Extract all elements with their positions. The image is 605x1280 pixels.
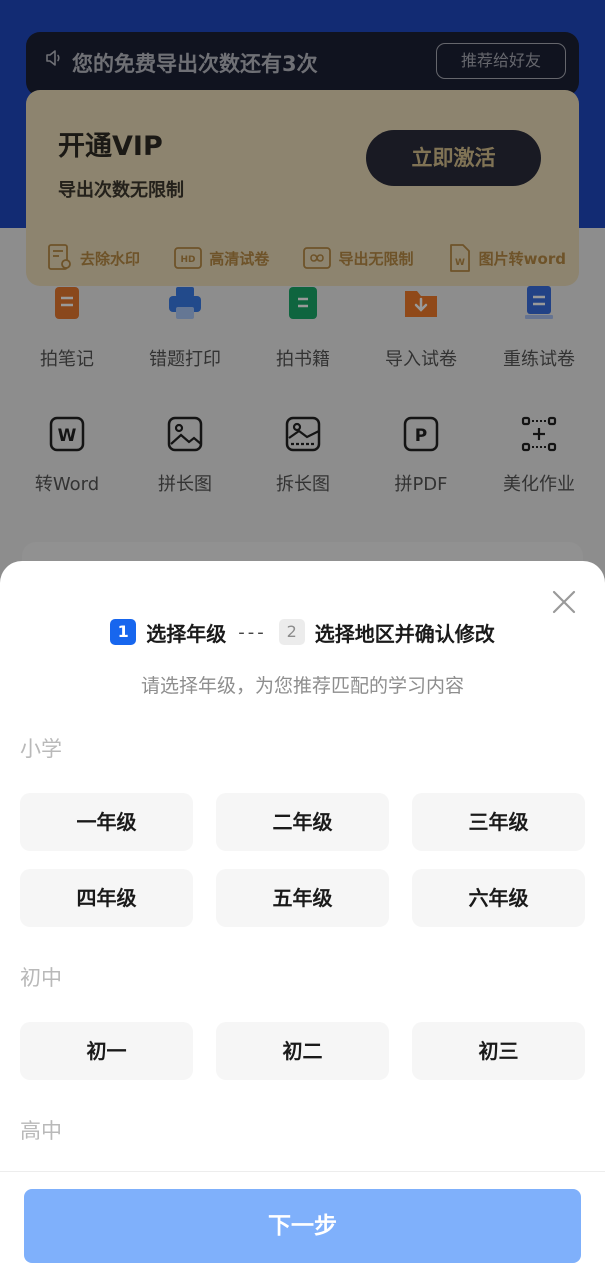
section-title-senior: 高中 [20,1119,62,1143]
grade-option-5[interactable]: 五年级 [216,869,389,927]
step-1-number: 1 [110,619,137,645]
sheet-subtitle: 请选择年级，为您推荐匹配的学习内容 [140,675,464,697]
footer-divider [0,1171,605,1172]
step-indicator: 1 选择年级 --- 2 选择地区并确认修改 [0,617,605,647]
step-separator: --- [238,621,267,643]
step-2-number: 2 [278,619,305,645]
section-title-primary: 小学 [20,737,62,761]
section-title-junior: 初中 [20,966,62,990]
grade-option-2[interactable]: 二年级 [216,793,389,851]
grade-option-1[interactable]: 一年级 [20,793,193,851]
grade-option-4[interactable]: 四年级 [20,869,193,927]
grade-option-junior-2[interactable]: 初二 [216,1022,389,1080]
close-icon[interactable] [550,588,578,616]
next-step-button[interactable]: 下一步 [24,1189,581,1263]
step-2-label: 选择地区并确认修改 [314,621,495,646]
grade-option-junior-3[interactable]: 初三 [412,1022,585,1080]
grade-option-6[interactable]: 六年级 [412,869,585,927]
grade-option-junior-1[interactable]: 初一 [20,1022,193,1080]
grade-picker-sheet: 1 选择年级 --- 2 选择地区并确认修改 请选择年级，为您推荐匹配的学习内容… [0,561,605,1280]
grade-option-3[interactable]: 三年级 [412,793,585,851]
step-1-label: 选择年级 [146,621,227,646]
